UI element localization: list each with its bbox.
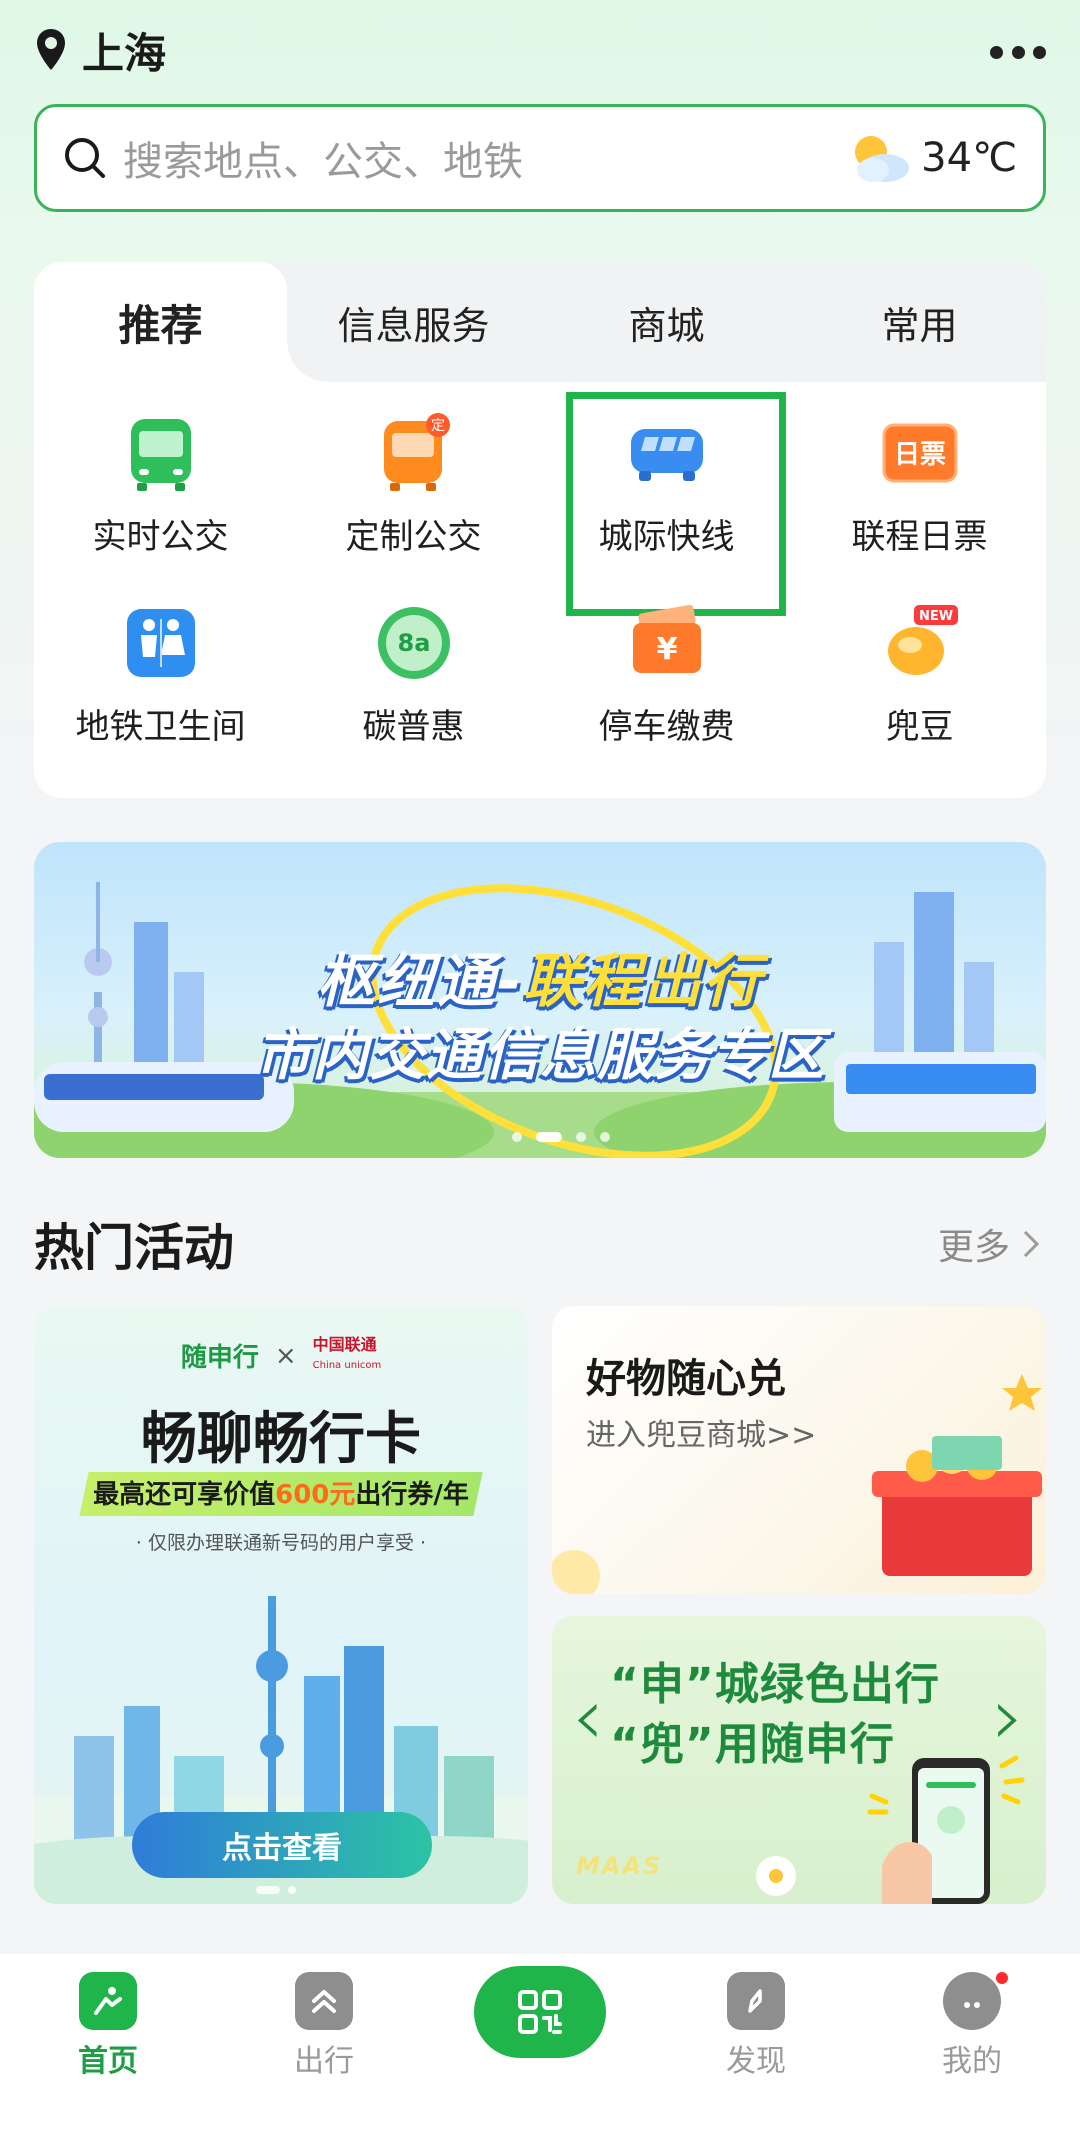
gift-box-illustration bbox=[872, 1374, 1042, 1576]
flower-decoration bbox=[756, 1856, 796, 1896]
svg-text:NEW: NEW bbox=[918, 609, 952, 624]
service-metro-restroom[interactable]: 地铁卫生间 bbox=[34, 580, 287, 770]
tab-mall[interactable]: 商城 bbox=[540, 262, 793, 382]
service-label: 定制公交 bbox=[345, 516, 482, 557]
carbon-coin-icon: 8a bbox=[377, 606, 450, 679]
coin-decoration bbox=[552, 1550, 600, 1594]
search-input[interactable]: 搜索地点、公交、地铁 bbox=[123, 129, 845, 187]
partly-cloudy-icon bbox=[855, 136, 910, 182]
weather-widget[interactable]: 34℃ bbox=[845, 130, 1017, 186]
restroom-icon bbox=[126, 608, 195, 677]
temperature: 34℃ bbox=[921, 135, 1017, 181]
promo-line-1: “申”城绿色出行 bbox=[610, 1659, 940, 1710]
top-bar: 上海 bbox=[34, 18, 1046, 82]
banner-headline: 枢纽通-联程出行 bbox=[316, 947, 764, 1015]
travel-icon bbox=[295, 1972, 353, 2030]
promo-card-unicom[interactable]: 随申行 × 中国联通 China unicom 畅聊畅行卡 最高还可享价值600元… bbox=[34, 1306, 528, 1904]
service-tabs: 推荐 信息服务 商城 常用 bbox=[34, 262, 1046, 382]
svg-text:日票: 日票 bbox=[893, 440, 945, 470]
service-parking-payment[interactable]: ¥ 停车缴费 bbox=[540, 580, 793, 770]
city-name: 上海 bbox=[82, 28, 167, 78]
nav-travel[interactable]: 出行 bbox=[216, 1954, 432, 2138]
day-ticket-icon: 日票 bbox=[882, 423, 957, 482]
promo-subtitle: 最高还可享价值600元出行券/年 bbox=[93, 1480, 469, 1510]
notification-dot bbox=[996, 1972, 1008, 1984]
doudou-bean-icon: NEW bbox=[887, 604, 958, 675]
nav-discover[interactable]: 发现 bbox=[648, 1954, 864, 2138]
service-label: 兜豆 bbox=[885, 706, 954, 747]
services-card: 推荐 信息服务 商城 常用 实时公交 定 定制公交 城际快线 日票 联程日票 地… bbox=[34, 262, 1046, 798]
profile-icon bbox=[943, 1972, 1001, 2030]
search-bar[interactable]: 搜索地点、公交、地铁 34℃ bbox=[34, 104, 1046, 212]
home-icon bbox=[79, 1972, 137, 2030]
view-details-button[interactable]: 点击查看 bbox=[132, 1812, 432, 1878]
svg-text:¥: ¥ bbox=[656, 632, 677, 667]
service-carbon-credit[interactable]: 8a 碳普惠 bbox=[287, 580, 540, 770]
china-unicom-logo: 中国联通 China unicom bbox=[312, 1335, 382, 1372]
maas-tag: MAAS bbox=[576, 1852, 663, 1880]
chevron-right-icon bbox=[1023, 1230, 1040, 1258]
service-label: 城际快线 bbox=[598, 516, 735, 557]
service-label: 地铁卫生间 bbox=[75, 706, 246, 747]
service-intercity-express[interactable]: 城际快线 bbox=[540, 390, 793, 616]
service-day-ticket[interactable]: 日票 联程日票 bbox=[793, 390, 1046, 580]
parking-payment-icon: ¥ bbox=[632, 604, 701, 673]
service-realtime-bus[interactable]: 实时公交 bbox=[34, 390, 287, 580]
ellipsis-icon[interactable] bbox=[990, 32, 1046, 72]
promo-title: 畅聊畅行卡 bbox=[141, 1407, 421, 1472]
promo-subtitle: 进入兜豆商城>> bbox=[586, 1418, 817, 1453]
banner-pagination bbox=[512, 1132, 610, 1142]
location-selector[interactable]: 上海 bbox=[34, 20, 166, 81]
nav-profile[interactable]: 我的 bbox=[864, 1954, 1080, 2138]
partner-logos: 随申行 × 中国联通 China unicom bbox=[34, 1336, 528, 1375]
service-label: 实时公交 bbox=[92, 516, 229, 557]
nav-scan[interactable] bbox=[432, 1954, 648, 2138]
service-grid: 实时公交 定 定制公交 城际快线 日票 联程日票 地铁卫生间 8a 碳普惠 ¥ … bbox=[34, 382, 1046, 770]
search-icon bbox=[65, 138, 105, 178]
nav-home[interactable]: 首页 bbox=[0, 1954, 216, 2138]
bus-icon bbox=[130, 418, 191, 491]
times-sign: × bbox=[274, 1340, 297, 1371]
scan-qr-icon bbox=[474, 1966, 606, 2058]
nav-label: 出行 bbox=[294, 2044, 354, 2079]
section-title: 热门活动 bbox=[34, 1219, 234, 1277]
promo-card-green-travel[interactable]: ‹ “申”城绿色出行 “兜”用随申行 › MAAS bbox=[552, 1616, 1046, 1904]
more-link[interactable]: 更多 bbox=[938, 1218, 1040, 1270]
banner-subheadline: 市内交通信息服务专区 bbox=[255, 1023, 825, 1088]
service-label: 联程日票 bbox=[851, 516, 988, 557]
intercity-coach-icon bbox=[630, 428, 703, 481]
location-pin-icon bbox=[37, 29, 65, 70]
promo-banner[interactable]: 枢纽通-联程出行 市内交通信息服务专区 bbox=[34, 842, 1046, 1158]
phone-in-hand-illustration bbox=[867, 1755, 1025, 1904]
promo-pagination bbox=[256, 1886, 296, 1894]
promo-card-mall[interactable]: 好物随心兑 进入兜豆商城>> bbox=[552, 1306, 1046, 1594]
promo-note: · 仅限办理联通新号码的用户享受 · bbox=[135, 1532, 427, 1554]
bracket-left-decoration: ‹ bbox=[572, 1670, 604, 1763]
suishenxing-logo: 随申行 bbox=[180, 1343, 259, 1373]
service-label: 停车缴费 bbox=[598, 706, 735, 747]
custom-bus-icon: 定 bbox=[383, 412, 450, 491]
service-custom-bus[interactable]: 定 定制公交 bbox=[287, 390, 540, 580]
nav-label: 我的 bbox=[942, 2044, 1002, 2079]
svg-text:8a: 8a bbox=[397, 629, 430, 657]
more-label: 更多 bbox=[937, 1227, 1010, 1268]
nav-label: 发现 bbox=[726, 2044, 786, 2079]
nav-label: 首页 bbox=[78, 2044, 138, 2079]
svg-text:定: 定 bbox=[431, 418, 445, 434]
bottom-nav: 首页 出行 发现 我的 bbox=[0, 1954, 1080, 2138]
service-label: 碳普惠 bbox=[362, 706, 465, 747]
tab-frequent[interactable]: 常用 bbox=[793, 262, 1046, 382]
tab-recommend[interactable]: 推荐 bbox=[34, 262, 327, 382]
promo-title: 好物随心兑 bbox=[586, 1356, 786, 1402]
service-doudou[interactable]: NEW 兜豆 bbox=[793, 580, 1046, 770]
discover-icon bbox=[727, 1972, 785, 2030]
